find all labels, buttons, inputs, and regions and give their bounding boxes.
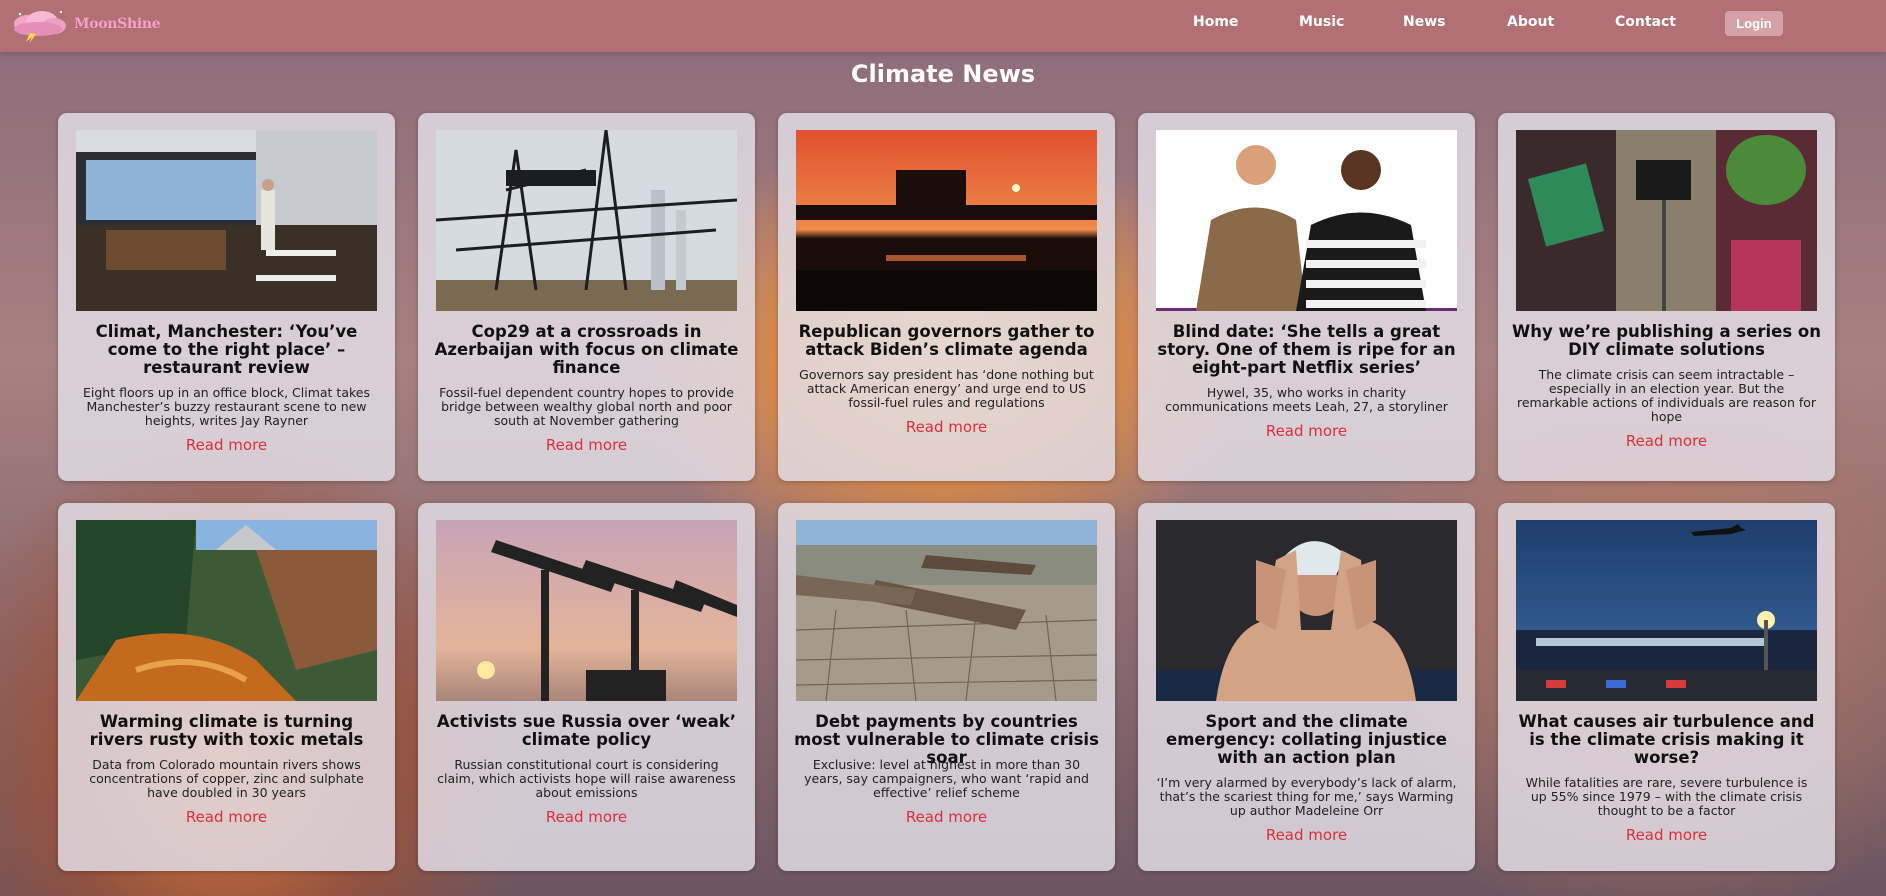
article-image-rusty-river[interactable] (76, 520, 377, 701)
read-more-link[interactable]: Read more (1266, 826, 1347, 844)
news-card: Debt payments by countries most vulnerab… (778, 503, 1115, 871)
article-summary: Governors say president has ‘done nothin… (799, 367, 1094, 410)
article-image-restaurant[interactable] (76, 130, 377, 311)
article-summary: The climate crisis can seem intractable … (1516, 367, 1817, 424)
article-headline[interactable]: Blind date: ‘She tells a great story. On… (1152, 323, 1461, 377)
article-summary: Exclusive: level at highest in more than… (804, 757, 1089, 800)
article-summary: While fatalities are rare, severe turbul… (1525, 775, 1808, 818)
article-headline[interactable]: Warming climate is turning rivers rusty … (72, 713, 381, 749)
article-headline[interactable]: Debt payments by countries most vulnerab… (792, 713, 1101, 767)
read-more-link[interactable]: Read more (906, 808, 987, 826)
article-headline[interactable]: Activists sue Russia over ‘weak’ climate… (432, 713, 741, 749)
article-image-refinery-sunset[interactable] (796, 130, 1097, 311)
article-summary: Hywel, 35, who works in charity communic… (1165, 385, 1448, 414)
article-summary: Fossil-fuel dependent country hopes to p… (439, 385, 734, 428)
news-card: Republican governors gather to attack Bi… (778, 113, 1115, 481)
nav-contact[interactable]: Contact (1615, 14, 1676, 30)
news-card: What causes air turbulence and is the cl… (1498, 503, 1835, 871)
news-card: Climat, Manchester: ‘You’ve come to the … (58, 113, 395, 481)
article-image-diy-collage[interactable] (1516, 130, 1817, 311)
article-image-tennis-player[interactable] (1156, 520, 1457, 701)
nav-about[interactable]: About (1507, 14, 1554, 30)
read-more-link[interactable]: Read more (1626, 826, 1707, 844)
article-headline[interactable]: Cop29 at a crossroads in Azerbaijan with… (432, 323, 741, 377)
read-more-link[interactable]: Read more (1626, 432, 1707, 450)
read-more-link[interactable]: Read more (546, 436, 627, 454)
login-button[interactable]: Login (1725, 11, 1783, 36)
nav-music[interactable]: Music (1299, 14, 1344, 30)
article-image-pumpjacks[interactable] (436, 520, 737, 701)
article-headline[interactable]: What causes air turbulence and is the cl… (1512, 713, 1821, 767)
article-headline[interactable]: Sport and the climate emergency: collati… (1152, 713, 1461, 767)
read-more-link[interactable]: Read more (906, 418, 987, 436)
read-more-link[interactable]: Read more (186, 808, 267, 826)
news-card: Warming climate is turning rivers rusty … (58, 503, 395, 871)
news-card: Why we’re publishing a series on DIY cli… (1498, 113, 1835, 481)
article-image-airport-night[interactable] (1516, 520, 1817, 701)
article-image-dry-lakebed[interactable] (796, 520, 1097, 701)
article-headline[interactable]: Why we’re publishing a series on DIY cli… (1512, 323, 1821, 359)
nav-news[interactable]: News (1403, 14, 1445, 30)
read-more-link[interactable]: Read more (186, 436, 267, 454)
article-summary: Russian constitutional court is consider… (437, 757, 736, 800)
article-headline[interactable]: Republican governors gather to attack Bi… (792, 323, 1101, 359)
nav-links: Home Music News About Contact (0, 0, 1886, 52)
top-nav: MoonShine Home Music News About Contact … (0, 0, 1886, 52)
news-card: Cop29 at a crossroads in Azerbaijan with… (418, 113, 755, 481)
article-summary: ‘I’m very alarmed by everybody’s lack of… (1156, 775, 1457, 818)
news-card: Sport and the climate emergency: collati… (1138, 503, 1475, 871)
article-image-portrait[interactable] (1156, 130, 1457, 311)
page-title: Climate News (850, 60, 1036, 88)
nav-home[interactable]: Home (1193, 14, 1238, 30)
article-headline[interactable]: Climat, Manchester: ‘You’ve come to the … (72, 323, 381, 377)
article-summary: Eight floors up in an office block, Clim… (83, 385, 370, 428)
read-more-link[interactable]: Read more (1266, 422, 1347, 440)
read-more-link[interactable]: Read more (546, 808, 627, 826)
article-image-oil-derricks[interactable] (436, 130, 737, 311)
news-card: Blind date: ‘She tells a great story. On… (1138, 113, 1475, 481)
news-card: Activists sue Russia over ‘weak’ climate… (418, 503, 755, 871)
article-summary: Data from Colorado mountain rivers shows… (89, 757, 364, 800)
